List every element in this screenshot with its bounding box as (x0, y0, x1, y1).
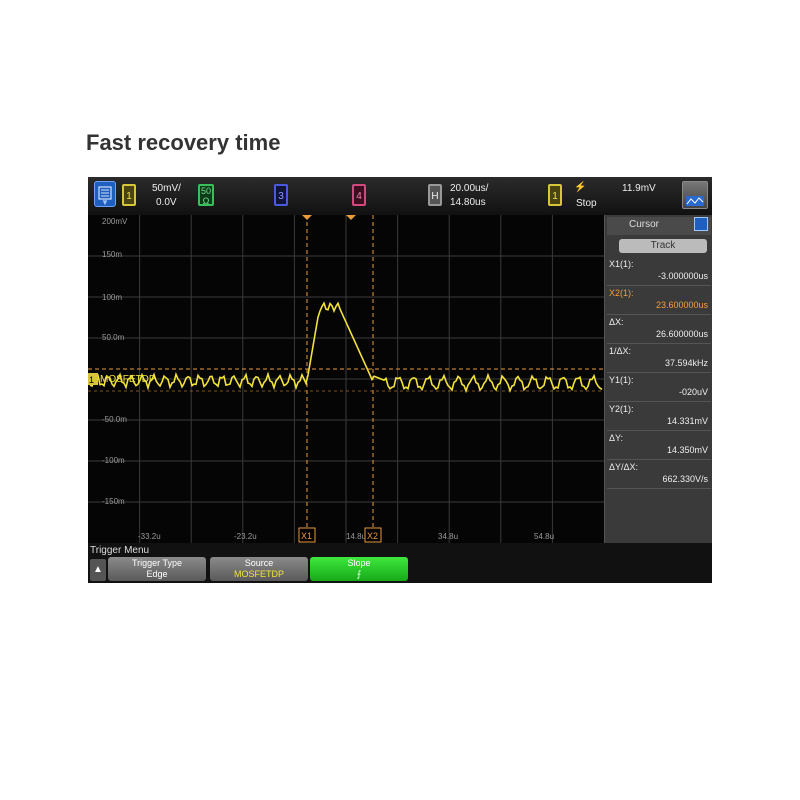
y-axis-label: 150m (102, 250, 122, 259)
track-button[interactable]: Track (619, 239, 707, 253)
cursor-readout-value: 14.350mV (666, 445, 708, 455)
chevron-down-icon: ▼ (101, 198, 109, 207)
x-axis-label: -33.2u (138, 532, 161, 541)
horizontal-button[interactable]: H (428, 184, 442, 206)
trigger-source-number: 1 (552, 191, 558, 202)
horizontal-scale: 20.00us/ (450, 183, 489, 194)
waveform-icon (686, 196, 704, 206)
cursor-readout-value: 26.600000us (655, 329, 708, 339)
cursor-readout-value: 662.330V/s (662, 474, 708, 484)
cursor-row-divider (607, 488, 711, 489)
x-axis-label: 54.8u (534, 532, 554, 541)
arrow-up-icon: ▲ (93, 564, 103, 575)
cursor-readout-value: -3.000000us (657, 271, 708, 281)
page-title: Fast recovery time (86, 130, 281, 155)
trigger-menu-bar: Trigger Menu ▲ Trigger Type Edge Source … (88, 543, 712, 583)
channel-4-number: 4 (356, 191, 362, 202)
channel-1-number: 1 (126, 191, 132, 202)
y-axis-label: 50.0m (102, 333, 125, 342)
channel-1-offset: 0.0V (156, 197, 177, 208)
panel-menu-icon[interactable] (694, 217, 708, 231)
trigger-menu-title: Trigger Menu (90, 545, 150, 556)
cursor-readout-label: X2(1): (609, 288, 634, 298)
cursor-row-divider (607, 401, 711, 402)
cursor-readout-value: 14.331mV (666, 416, 708, 426)
y-axis-label: -50.0m (102, 415, 127, 424)
y-axis-label: 200mV (102, 217, 128, 226)
top-status-bar: ▼ 1 50mV/ 0.0V 50 Ω 3 4 H 20.00us/ 14.80… (88, 177, 712, 216)
channel-4-button[interactable]: 4 (352, 184, 366, 206)
horizontal-label: H (431, 191, 439, 202)
source-label: Source (244, 558, 274, 568)
cursor-row-divider (607, 430, 711, 431)
trigger-level: 11.9mV (622, 183, 656, 194)
cursor-readout-value: 37.594kHz (664, 358, 708, 368)
channel-3-button[interactable]: 3 (274, 184, 288, 206)
cursor-readout-label: Y1(1): (609, 375, 634, 385)
cursor-row-divider (607, 343, 711, 344)
cursor-row-divider (607, 314, 711, 315)
cursor-x2-label: X2 (367, 531, 378, 541)
cursor-row-divider (607, 285, 711, 286)
channel-1-button[interactable]: 1 (122, 184, 136, 206)
cursor-panel: Cursor Track X1(1): -3.000000us X2(1): 23.6… (604, 215, 712, 543)
trigger-type-label: Trigger Type (131, 558, 183, 568)
trigger-type-value: Edge (146, 569, 168, 579)
cursor-x2-tag[interactable]: X2 (364, 527, 382, 543)
waveform-view-button[interactable] (682, 181, 708, 209)
cursor-readout-label: ΔX: (609, 317, 624, 327)
cursor-readout-label: ΔY: (609, 433, 624, 443)
channel-1-scale: 50mV/ (152, 183, 181, 194)
waveform-display[interactable]: 200mV 150m 100m 50.0m -50.0m -100m -150m -33.2… (88, 215, 604, 543)
x-axis-label: -23.2u (234, 532, 257, 541)
cursor-x1-label: X1 (301, 531, 312, 541)
y-axis-label: -150m (102, 497, 125, 506)
channel-label: MOSFETDP (100, 374, 156, 385)
trigger-type-button[interactable]: Trigger Type Edge (108, 557, 206, 581)
x-axis-label: 14.8u (346, 532, 366, 541)
x-axis-label: 34.8u (438, 532, 458, 541)
slope-label: Slope (347, 558, 371, 568)
slope-button[interactable]: Slope ⨍ (310, 557, 408, 581)
ohm-icon: Ω (202, 196, 210, 206)
cursor-readout-label: X1(1): (609, 259, 634, 269)
y-axis-label: 100m (102, 293, 122, 302)
oscilloscope-screen: ▼ 1 50mV/ 0.0V 50 Ω 3 4 H 20.00us/ 14.80… (88, 177, 712, 583)
horizontal-position: 14.80us (450, 197, 486, 208)
y-axis-label: -100m (102, 456, 125, 465)
cursor-readout-value: -020uV (678, 387, 708, 397)
cursor-readout-label: ΔY/ΔX: (609, 462, 639, 472)
trigger-edge-icon: ⚡ (574, 182, 587, 193)
source-button[interactable]: Source MOSFETDP (210, 557, 308, 581)
source-value: MOSFETDP (233, 569, 284, 579)
main-menu-button[interactable]: ▼ (94, 181, 116, 207)
menu-back-button[interactable]: ▲ (90, 559, 106, 581)
trigger-source-button[interactable]: 1 (548, 184, 562, 206)
run-stop-status: Stop (576, 198, 597, 209)
channel-2-button[interactable]: 50 Ω (198, 184, 214, 206)
cursor-x1-tag[interactable]: X1 (298, 527, 316, 543)
slope-value: ⨍ (356, 569, 362, 579)
cursor-readout-label: Y2(1): (609, 404, 634, 414)
cursor-panel-title: Cursor (629, 219, 660, 230)
cursor-readout-value: 23.600000us (655, 300, 708, 310)
channel-ground-marker: 1 (89, 375, 94, 385)
cursor-readout-label: 1/ΔX: (609, 346, 632, 356)
cursor-row-divider (607, 372, 711, 373)
channel-3-number: 3 (278, 191, 284, 202)
cursor-row-divider (607, 459, 711, 460)
channel-2-impedance: 50 (200, 186, 211, 196)
